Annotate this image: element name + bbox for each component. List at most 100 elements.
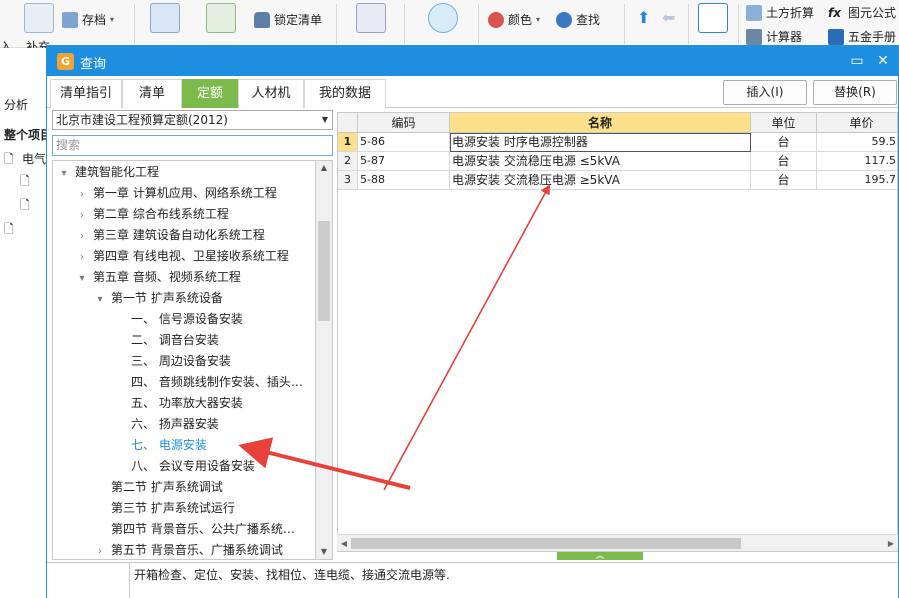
tab-list[interactable]: 清单 xyxy=(122,79,182,108)
hardware-manual-button[interactable]: 五金手册 xyxy=(828,28,896,45)
cell-price[interactable]: 59.5 xyxy=(817,133,897,152)
maximize-icon[interactable]: ▭ xyxy=(847,51,867,71)
quota-tree-panel: 北京市建设工程预算定额(2012) ▼ 搜索 ▾ 建筑智能化工程 › 第一章 计算机应… xyxy=(50,110,335,562)
tree-node[interactable]: 五、 功率放大器安装 xyxy=(113,393,243,414)
panel-splitter[interactable]: ︽ xyxy=(557,552,643,560)
insert-button[interactable]: 插入(I) xyxy=(723,80,807,105)
grid-icon[interactable] xyxy=(150,3,180,33)
scroll-right-icon[interactable]: ▶ xyxy=(884,535,898,552)
scroll-up-icon[interactable]: ▲ xyxy=(316,161,332,175)
table-sync-icon[interactable] xyxy=(206,3,236,33)
close-icon[interactable]: ✕ xyxy=(873,51,893,71)
scroll-thumb[interactable] xyxy=(351,538,741,549)
tree-node-label: 第四节 背景音乐、公共广播系统… xyxy=(111,522,295,536)
expand-arrow-icon[interactable]: ▾ xyxy=(57,163,71,184)
earthwork-icon xyxy=(746,4,762,21)
replace-button[interactable]: 替换(R) xyxy=(813,80,897,105)
layout-icon[interactable] xyxy=(356,3,386,33)
earthwork-button[interactable]: 土方折算 xyxy=(746,4,814,21)
tree-node[interactable]: ▾ 建筑智能化工程 xyxy=(57,162,159,183)
divider xyxy=(404,4,405,44)
expand-arrow-icon[interactable]: ▾ xyxy=(75,268,89,289)
collapse-arrow-icon[interactable]: › xyxy=(93,541,107,559)
tree-node[interactable]: 第四节 背景音乐、公共广播系统… xyxy=(93,519,295,540)
tree-node[interactable]: › 第二章 综合布线系统工程 xyxy=(75,204,229,225)
tree-node-label: 三、 周边设备安装 xyxy=(131,354,231,368)
cell-code[interactable]: 5-86 xyxy=(358,133,450,152)
tree-node[interactable]: 二、 调音台安装 xyxy=(113,330,219,351)
scroll-down-icon[interactable]: ▼ xyxy=(316,545,332,559)
cell-name[interactable]: 电源安装 时序电源控制器 xyxy=(450,133,751,152)
row-number[interactable]: 3 xyxy=(338,171,358,190)
column-header-name[interactable]: 名称 xyxy=(450,113,751,133)
calculator-button[interactable]: 计算器 xyxy=(746,28,802,45)
binoculars-icon xyxy=(556,11,572,28)
cell-unit[interactable]: 台 xyxy=(751,152,817,171)
tree-node[interactable]: ▾ 第一节 扩声系统设备 xyxy=(93,288,222,310)
arrow-left-icon[interactable]: ⬅ xyxy=(662,8,675,27)
cell-unit[interactable]: 台 xyxy=(751,133,817,152)
tab-quota[interactable]: 定额 xyxy=(182,79,238,108)
description-gutter xyxy=(47,562,130,598)
row-number[interactable]: 1 xyxy=(338,133,358,152)
tree-node[interactable]: 第三节 扩声系统试运行 xyxy=(93,498,235,519)
cell-price[interactable]: 117.5 xyxy=(817,152,897,171)
expand-arrow-icon[interactable]: ▾ xyxy=(93,289,107,310)
project-label[interactable]: 整个项目 xyxy=(4,126,52,143)
search-input[interactable]: 搜索 xyxy=(52,135,333,156)
cell-name[interactable]: 电源安装 交流稳压电源 ≤5kVA xyxy=(450,152,751,171)
save-button[interactable]: 存档 ▾ xyxy=(62,11,114,28)
row-number[interactable]: 2 xyxy=(338,152,358,171)
tree-scrollbar[interactable]: ▲ ▼ xyxy=(316,160,333,560)
tree-node[interactable]: 四、 音频跳线制作安装、插头… xyxy=(113,372,303,393)
collapse-arrow-icon[interactable]: › xyxy=(75,205,89,226)
collapse-arrow-icon[interactable]: › xyxy=(75,247,89,268)
column-header-code[interactable]: 编码 xyxy=(358,113,450,133)
tree-node[interactable]: › 第三章 建筑设备自动化系统工程 xyxy=(75,225,265,246)
tree-node[interactable]: 第二节 扩声系统调试 xyxy=(93,477,223,498)
column-header-price[interactable]: 单价 xyxy=(817,113,897,133)
tree-node[interactable]: › 第一章 计算机应用、网络系统工程 xyxy=(75,183,277,204)
cell-code[interactable]: 5-87 xyxy=(358,152,450,171)
scroll-left-icon[interactable]: ◀ xyxy=(337,535,351,552)
color-button[interactable]: 颜色 ▾ xyxy=(488,11,540,28)
dialog-titlebar[interactable]: G 查询 ▭ ✕ xyxy=(47,46,898,76)
quota-library-select[interactable]: 北京市建设工程预算定额(2012) ▼ xyxy=(52,110,333,130)
project-item[interactable]: 电气 xyxy=(22,150,46,167)
quota-grid: 编码 名称 单位 单价 1 5-86 电源安装 时序电源控制器台 59.5 2 5-87 电… xyxy=(337,112,898,552)
tree-node[interactable]: 七、 电源安装 xyxy=(113,435,207,456)
save-icon xyxy=(62,11,78,28)
element-formula-button[interactable]: fx 图元公式 xyxy=(828,4,896,21)
cell-code[interactable]: 5-88 xyxy=(358,171,450,190)
find-button[interactable]: 查找 xyxy=(556,11,600,28)
tree-node-label: 第三节 扩声系统试运行 xyxy=(111,501,235,515)
cell-name[interactable]: 电源安装 交流稳压电源 ≥5kVA xyxy=(450,171,751,190)
tree-node[interactable]: ▾ 第五章 音频、视频系统工程 xyxy=(75,267,240,289)
tree-node[interactable]: › 第四章 有线电视、卫星接收系统工程 xyxy=(75,246,289,267)
work-content-description: 开箱检查、定位、安装、找相位、连电缆、接通交流电源等. xyxy=(130,562,898,598)
scroll-thumb[interactable] xyxy=(318,221,330,321)
tree-node-label: 二、 调音台安装 xyxy=(131,333,219,347)
grid-horizontal-scrollbar[interactable]: ◀ ▶ xyxy=(337,534,898,551)
tab-labor-material-machine[interactable]: 人材机 xyxy=(238,79,304,108)
tree-node-label: 第四章 有线电视、卫星接收系统工程 xyxy=(93,249,289,263)
lock-list-button[interactable]: 锁定清单 xyxy=(254,11,322,28)
collapse-arrow-icon[interactable]: › xyxy=(75,184,89,205)
globe-refresh-icon[interactable] xyxy=(428,3,458,33)
tree-node[interactable]: 三、 周边设备安装 xyxy=(113,351,231,372)
cell-price[interactable]: 195.7 xyxy=(817,171,897,190)
tree-node[interactable]: › 第五节 背景音乐、广播系统调试 xyxy=(93,540,283,559)
tab-list-guide[interactable]: 清单指引 xyxy=(50,79,122,108)
tab-my-data[interactable]: 我的数据 xyxy=(304,79,386,108)
tree-node[interactable]: 六、 扬声器安装 xyxy=(113,414,219,435)
cell-unit[interactable]: 台 xyxy=(751,171,817,190)
apps-grid-icon[interactable] xyxy=(698,3,728,33)
column-header-unit[interactable]: 单位 xyxy=(751,113,817,133)
arrow-up-icon[interactable]: ⬆ xyxy=(637,8,650,27)
divider xyxy=(738,4,739,44)
project-tree-pane: 分析 整个项目 🗋 电气 🗋 🗋 🗋 xyxy=(0,48,52,598)
tree-node[interactable]: 八、 会议专用设备安装 xyxy=(113,456,255,477)
analysis-label[interactable]: 分析 xyxy=(4,96,28,113)
tree-node[interactable]: 一、 信号源设备安装 xyxy=(113,309,243,330)
collapse-arrow-icon[interactable]: › xyxy=(75,226,89,247)
